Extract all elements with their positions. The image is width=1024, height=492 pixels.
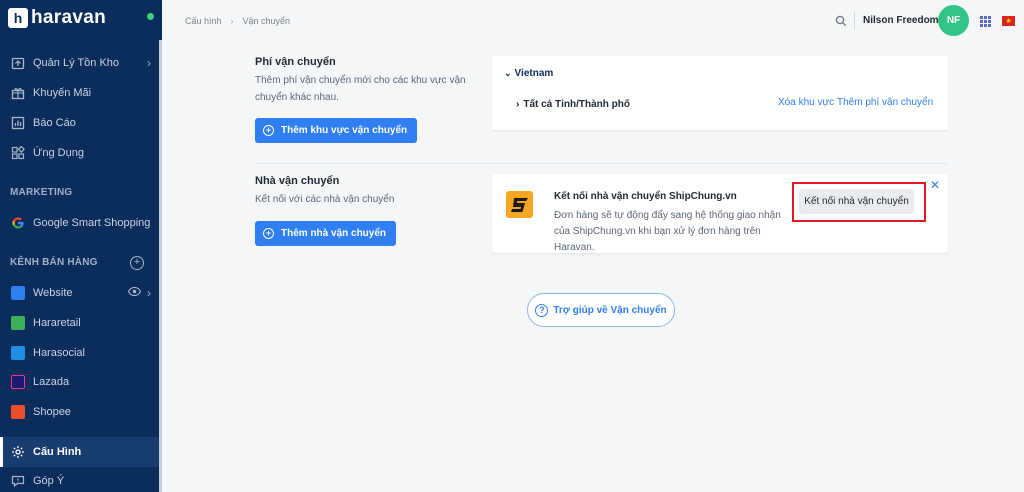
sidebar-item-label: Website bbox=[33, 287, 73, 299]
header-divider bbox=[854, 12, 855, 30]
haravan-logo-icon: h bbox=[8, 8, 28, 28]
sidebar-item-hararetail[interactable]: Hararetail bbox=[0, 308, 159, 338]
sidebar-item-label: Báo Cáo bbox=[33, 117, 76, 129]
website-channel-icon bbox=[10, 285, 26, 301]
chevron-right-icon: › bbox=[516, 99, 520, 110]
report-icon bbox=[10, 115, 26, 131]
country-toggle[interactable]: ⌄ Vietnam bbox=[504, 68, 553, 79]
plus-circle-icon: + bbox=[263, 125, 274, 136]
sidebar-item-lazada[interactable]: Lazada bbox=[0, 367, 159, 397]
shipchung-logo-icon bbox=[506, 191, 533, 218]
harasocial-channel-icon bbox=[10, 345, 26, 361]
breadcrumb-separator: › bbox=[230, 16, 234, 26]
sales-channels-section-title: KÊNH BÁN HÀNG bbox=[10, 257, 98, 268]
carriers-title: Nhà vận chuyển bbox=[255, 175, 340, 187]
sidebar-item-apps[interactable]: Ứng Dụng bbox=[0, 138, 159, 168]
sidebar-item-label: Hararetail bbox=[33, 317, 81, 329]
sidebar-item-google-smart-shopping[interactable]: Google Smart Shopping bbox=[0, 208, 159, 238]
shipping-fee-description: Thêm phí vận chuyển mới cho các khu vực … bbox=[255, 75, 466, 103]
sidebar-item-label: Quản Lý Tồn Kho bbox=[33, 57, 120, 69]
section-divider bbox=[255, 163, 948, 164]
add-carrier-button[interactable]: + Thêm nhà vận chuyển bbox=[255, 221, 397, 246]
sidebar-item-reports[interactable]: Báo Cáo bbox=[0, 108, 159, 138]
brand-logo[interactable]: h haravan bbox=[0, 0, 162, 36]
help-label: Trợ giúp về Vận chuyển bbox=[553, 304, 667, 316]
breadcrumb-current: Vận chuyển bbox=[242, 16, 291, 26]
carriers-description: Kết nối với các nhà vận chuyển bbox=[255, 194, 395, 205]
sidebar-item-harasocial[interactable]: Harasocial bbox=[0, 338, 159, 368]
question-circle-icon: ? bbox=[535, 303, 549, 317]
avatar[interactable]: NF bbox=[938, 5, 969, 36]
shipping-help-button[interactable]: ? Trợ giúp về Vận chuyển bbox=[527, 293, 675, 327]
top-header: Cấu hình › Vận chuyển Nilson Freedome NF ★ bbox=[162, 0, 1024, 42]
chevron-down-icon: ⌄ bbox=[504, 68, 512, 78]
shipping-zone-card: ⌄ Vietnam › Tất cả Tỉnh/Thành phố Xóa khu … bbox=[492, 56, 948, 130]
sidebar-item-label: Harasocial bbox=[33, 347, 85, 359]
search-icon[interactable] bbox=[835, 15, 847, 27]
button-label: Thêm khu vực vận chuyển bbox=[281, 125, 408, 136]
sidebar-item-shopee[interactable]: Shopee bbox=[0, 397, 159, 427]
add-shipping-zone-button[interactable]: + Thêm khu vực vận chuyển bbox=[255, 118, 418, 143]
sidebar-item-feedback[interactable]: Góp Ý bbox=[0, 466, 159, 492]
sidebar-item-label: Shopee bbox=[33, 406, 71, 418]
gear-icon bbox=[10, 444, 26, 460]
online-status-dot bbox=[147, 13, 154, 20]
chevron-right-icon: › bbox=[147, 286, 151, 300]
sidebar-item-inventory[interactable]: Quản Lý Tồn Kho › bbox=[0, 48, 159, 78]
breadcrumb: Cấu hình › Vận chuyển bbox=[185, 16, 290, 26]
close-icon[interactable]: ✕ bbox=[930, 178, 940, 192]
delete-zone-link[interactable]: Xóa khu vực bbox=[778, 97, 834, 108]
button-label: Thêm nhà vận chuyển bbox=[281, 228, 387, 239]
region-name: Tất cả Tỉnh/Thành phố bbox=[523, 99, 631, 110]
lazada-channel-icon bbox=[10, 374, 26, 390]
eye-icon[interactable] bbox=[127, 286, 142, 299]
add-channel-plus-icon[interactable]: + bbox=[130, 256, 144, 270]
vietnam-flag-icon[interactable]: ★ bbox=[1002, 16, 1015, 26]
sidebar-item-promotion[interactable]: Khuyến Mãi bbox=[0, 78, 159, 108]
breadcrumb-config-link[interactable]: Cấu hình bbox=[185, 16, 222, 26]
shipchung-title: Kết nối nhà vận chuyển ShipChung.vn bbox=[554, 191, 737, 202]
sidebar-scrollbar-thumb[interactable] bbox=[159, 40, 162, 492]
apps-icon bbox=[10, 145, 26, 161]
user-name[interactable]: Nilson Freedome bbox=[863, 15, 944, 26]
marketing-section-title: MARKETING bbox=[10, 187, 73, 198]
sidebar-item-website[interactable]: Website › bbox=[0, 278, 159, 308]
add-shipping-fee-link[interactable]: Thêm phí vận chuyển bbox=[837, 97, 933, 108]
chevron-right-icon: › bbox=[147, 56, 151, 70]
sidebar-item-label: Góp Ý bbox=[33, 475, 65, 487]
sidebar: h haravan Quản Lý Tồn Kho › Khuyến Mãi B… bbox=[0, 0, 162, 492]
shipping-fee-title: Phí vận chuyển bbox=[255, 56, 336, 68]
logo-text: haravan bbox=[31, 7, 106, 28]
shopee-channel-icon bbox=[10, 404, 26, 420]
feedback-icon bbox=[10, 473, 26, 489]
sidebar-item-label: Khuyến Mãi bbox=[33, 87, 92, 99]
sidebar-item-label: Cấu Hình bbox=[33, 446, 82, 458]
region-toggle[interactable]: › Tất cả Tỉnh/Thành phố bbox=[516, 99, 630, 110]
google-icon bbox=[10, 215, 26, 231]
connect-carrier-button[interactable]: Kết nối nhà vận chuyển bbox=[799, 189, 914, 214]
sidebar-item-config[interactable]: Cấu Hình bbox=[0, 437, 159, 467]
promotion-icon bbox=[10, 85, 26, 101]
app-grid-icon[interactable] bbox=[980, 16, 991, 27]
inventory-icon bbox=[10, 55, 26, 71]
shipchung-description: Đơn hàng sẽ tự động đẩy sang hệ thống gi… bbox=[554, 210, 781, 253]
plus-circle-icon: + bbox=[263, 228, 274, 239]
sidebar-item-label: Lazada bbox=[33, 376, 70, 388]
country-name: Vietnam bbox=[514, 68, 554, 79]
sidebar-item-label: Google Smart Shopping bbox=[33, 217, 151, 229]
sidebar-item-label: Ứng Dụng bbox=[33, 147, 84, 159]
hararetail-channel-icon bbox=[10, 315, 26, 331]
